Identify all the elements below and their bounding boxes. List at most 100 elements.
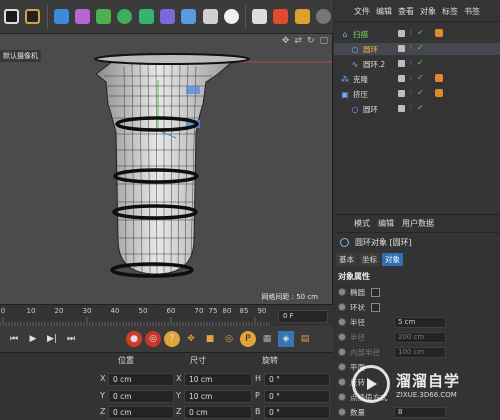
menu-user-data[interactable]: 用户数据 <box>402 218 434 232</box>
layer-color-box[interactable] <box>398 29 405 37</box>
visibility-dots-icon[interactable]: ⋮ <box>408 90 414 96</box>
film-button[interactable]: ▤ <box>297 331 313 347</box>
layer-color-box[interactable] <box>398 59 405 67</box>
visibility-dots-icon[interactable]: ⋮ <box>408 75 414 81</box>
position-z-field[interactable]: 0 cm <box>108 406 174 419</box>
visibility-dots-icon[interactable]: ⋮ <box>408 30 414 36</box>
object-row[interactable]: ⌂ 扫描 ⋮ ✓ <box>334 28 500 40</box>
animate-radio-icon[interactable] <box>338 288 346 296</box>
pla-key-button[interactable]: ▦ <box>259 331 275 347</box>
attribute-checkbox[interactable] <box>371 302 380 312</box>
tag-icon[interactable] <box>434 89 443 97</box>
maximize-view-icon[interactable]: ▢ <box>319 36 328 46</box>
object-row[interactable]: ∿ 圆环.2 ⋮ ✓ <box>334 58 500 70</box>
size-y-field[interactable]: 10 cm <box>184 390 252 403</box>
attribute-checkbox[interactable] <box>371 287 380 297</box>
visibility-dots-icon[interactable]: ⋮ <box>408 60 414 66</box>
animate-radio-icon[interactable] <box>338 333 346 341</box>
zoom-view-icon[interactable]: ⇄ <box>294 36 302 46</box>
enabled-check-icon[interactable]: ✓ <box>417 59 424 67</box>
menu-bookmarks[interactable]: 书签 <box>464 6 480 21</box>
tag-icon[interactable] <box>434 29 443 37</box>
download-button[interactable] <box>250 5 269 29</box>
settings-button[interactable] <box>314 5 333 29</box>
move-view-icon[interactable]: ✥ <box>282 36 290 46</box>
animate-radio-icon[interactable] <box>338 393 346 401</box>
camera-button[interactable] <box>200 5 219 29</box>
timeline-ruler[interactable]: 0 10 20 30 40 50 60 70 75 80 85 90 <box>0 305 271 327</box>
enabled-check-icon[interactable]: ✓ <box>417 104 424 112</box>
size-z-field[interactable]: 0 cm <box>184 406 252 419</box>
subdivision-button[interactable] <box>94 5 113 29</box>
animate-radio-icon[interactable] <box>338 408 346 416</box>
enabled-check-icon[interactable]: ✓ <box>417 89 424 97</box>
animate-radio-icon[interactable] <box>338 303 346 311</box>
attribute-value-field[interactable]: 200 cm <box>394 331 446 343</box>
visibility-dots-icon[interactable]: ⋮ <box>408 45 414 51</box>
menu-view[interactable]: 查看 <box>398 6 414 21</box>
sound-button[interactable]: ◈ <box>278 331 294 347</box>
object-row[interactable]: ▣ 挤压 ⋮ ✓ <box>334 88 500 100</box>
rotation-h-field[interactable]: 0 ° <box>264 373 330 386</box>
rotate-view-icon[interactable]: ↻ <box>307 36 315 46</box>
keyframe-selection-button[interactable]: ? <box>164 331 180 347</box>
enabled-check-icon[interactable]: ✓ <box>417 74 424 82</box>
tab-basic[interactable]: 基本 <box>336 253 357 266</box>
layer-color-box[interactable] <box>398 44 405 52</box>
position-x-field[interactable]: 0 cm <box>108 373 174 386</box>
play-button[interactable]: ▶ <box>25 331 41 347</box>
object-row[interactable]: ⁂ 克隆 ⋮ ✓ <box>334 73 500 85</box>
rotation-b-field[interactable]: 0 ° <box>264 406 330 419</box>
size-x-field[interactable]: 10 cm <box>184 373 252 386</box>
menu-tags[interactable]: 标签 <box>442 6 458 21</box>
animate-radio-icon[interactable] <box>338 378 346 386</box>
animate-radio-icon[interactable] <box>338 318 346 326</box>
array-button[interactable] <box>115 5 134 29</box>
layer-color-box[interactable] <box>398 104 405 112</box>
render-view-button[interactable] <box>2 5 21 29</box>
enabled-check-icon[interactable]: ✓ <box>417 29 424 37</box>
menu-mode[interactable]: 模式 <box>354 218 370 232</box>
marker-button[interactable] <box>271 5 290 29</box>
mograph-button[interactable] <box>137 5 156 29</box>
go-to-start-button[interactable]: ⏮ <box>6 331 22 347</box>
layer-color-box[interactable] <box>398 89 405 97</box>
animate-radio-icon[interactable] <box>338 348 346 356</box>
menu-file[interactable]: 文件 <box>354 6 370 21</box>
snap-button[interactable] <box>293 5 312 29</box>
object-row[interactable]: ○ 圆环 ⋮ ✓ <box>334 43 500 55</box>
timeline[interactable]: 0 10 20 30 40 50 60 70 75 80 85 90 0 F <box>0 304 333 327</box>
3d-viewport[interactable]: 默认摄像机 ✥ ⇄ ↻ ▢ 网格间距 : 50 cm <box>0 34 333 304</box>
go-to-end-button[interactable]: ⏭ <box>63 331 79 347</box>
menu-edit[interactable]: 编辑 <box>378 218 394 232</box>
render-picture-viewer-button[interactable] <box>23 5 42 29</box>
scale-key-button[interactable]: ■ <box>202 331 218 347</box>
autokey-button[interactable]: ◎ <box>145 331 161 347</box>
position-y-field[interactable]: 0 cm <box>108 390 174 403</box>
tab-object[interactable]: 对象 <box>382 253 403 266</box>
tab-coordinates[interactable]: 坐标 <box>359 253 380 266</box>
deformer-button[interactable] <box>158 5 177 29</box>
move-key-button[interactable]: ✥ <box>183 331 199 347</box>
rotate-key-button[interactable]: ◎ <box>221 331 237 347</box>
attribute-value-field[interactable]: 5 cm <box>394 316 446 328</box>
menu-object[interactable]: 对象 <box>420 6 436 21</box>
animate-radio-icon[interactable] <box>338 363 346 371</box>
enabled-check-icon[interactable]: ✓ <box>417 44 424 52</box>
pen-button[interactable] <box>73 5 92 29</box>
camera-label[interactable]: 默认摄像机 <box>0 50 41 62</box>
cube-button[interactable] <box>51 5 70 29</box>
record-button[interactable]: ● <box>126 331 142 347</box>
floor-button[interactable] <box>179 5 198 29</box>
visibility-dots-icon[interactable]: ⋮ <box>408 105 414 111</box>
object-row[interactable]: ○ 圆环 ⋮ ✓ <box>334 103 500 115</box>
current-frame-field[interactable]: 0 F <box>278 310 328 323</box>
tag-icon[interactable] <box>434 74 443 82</box>
rotation-p-field[interactable]: 0 ° <box>264 390 330 403</box>
array-icon <box>117 9 133 24</box>
step-forward-button[interactable]: ▶| <box>44 331 60 347</box>
param-key-button[interactable]: P <box>240 331 256 347</box>
light-button[interactable] <box>222 5 241 29</box>
layer-color-box[interactable] <box>398 74 405 82</box>
menu-edit[interactable]: 编辑 <box>376 6 392 21</box>
